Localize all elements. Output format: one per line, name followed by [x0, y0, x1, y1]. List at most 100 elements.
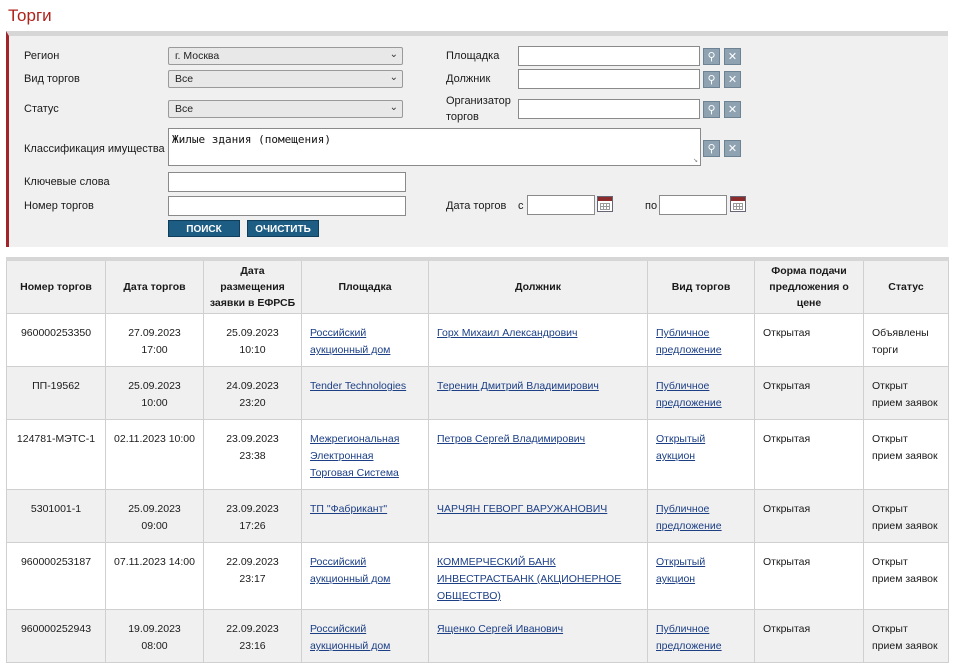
debtor-link[interactable]: КОММЕРЧЕСКИЙ БАНК ИНВЕСТРАСТБАНК (АКЦИОН… [437, 556, 621, 602]
platform-close-icon[interactable]: ✕ [724, 48, 741, 65]
header-posted-date[interactable]: Дата размещения заявки в ЕФРСБ [203, 257, 302, 314]
filter-panel: Регион Вид торгов Статус Классификация и… [6, 31, 948, 247]
cell-form: Открытая [754, 313, 864, 367]
trade-number-input[interactable] [168, 196, 406, 216]
header-number[interactable]: Номер торгов [6, 257, 106, 314]
cell-trade-date: 27.09.2023 17:00 [105, 313, 204, 367]
cell-posted-date: 24.09.2023 23:20 [203, 366, 302, 420]
cell-number: 124781-МЭТС-1 [6, 419, 106, 490]
platform-label: Площадка [446, 50, 500, 62]
debtor-link[interactable]: Петров Сергей Владимирович [437, 433, 585, 445]
date-from-label: с [518, 200, 524, 212]
date-to-input[interactable] [659, 195, 727, 215]
cell-number: 960000253350 [6, 313, 106, 367]
cell-trade-date: 19.09.2023 08:00 [105, 609, 204, 663]
organizer-label-line2: торгов [446, 111, 479, 123]
table-row: 960000253350 27.09.2023 17:00 25.09.2023… [6, 313, 949, 367]
status-value: Все [175, 103, 194, 115]
platform-link[interactable]: Межрегиональная Электронная Торговая Сис… [310, 433, 399, 479]
chevron-down-icon: ⌄ [389, 72, 398, 83]
chevron-down-icon: ⌄ [389, 102, 398, 113]
debtor-link[interactable]: ЧАРЧЯН ГЕВОРГ ВАРУЖАНОВИЧ [437, 503, 607, 515]
table-row: ПП-19562 25.09.2023 10:00 24.09.2023 23:… [6, 366, 949, 420]
cell-form: Открытая [754, 609, 864, 663]
platform-link[interactable]: Российский аукционный дом [310, 556, 390, 585]
debtor-search-icon[interactable]: ⚲ [703, 71, 720, 88]
cell-trade-date: 25.09.2023 10:00 [105, 366, 204, 420]
table-row: 960000252943 19.09.2023 08:00 22.09.2023… [6, 609, 949, 663]
cell-number: 960000253187 [6, 542, 106, 610]
cell-posted-date: 22.09.2023 23:17 [203, 542, 302, 610]
trade-type-select[interactable]: Все ⌄ [168, 70, 403, 88]
platform-link[interactable]: Tender Technologies [310, 380, 406, 392]
organizer-input[interactable] [518, 99, 700, 119]
chevron-down-icon: ⌄ [389, 49, 398, 60]
cell-form: Открытая [754, 366, 864, 420]
trade-date-label: Дата торгов [446, 200, 507, 212]
debtor-link[interactable]: Теренин Дмитрий Владимирович [437, 380, 599, 392]
cell-posted-date: 25.09.2023 10:10 [203, 313, 302, 367]
cell-number: ПП-19562 [6, 366, 106, 420]
region-select[interactable]: г. Москва ⌄ [168, 47, 403, 65]
cell-status: Объявлены торги [863, 313, 949, 367]
classification-label: Классификация имущества [24, 143, 165, 155]
platform-link[interactable]: Российский аукционный дом [310, 623, 390, 652]
cell-status: Открыт прием заявок [863, 542, 949, 610]
platform-link[interactable]: Российский аукционный дом [310, 327, 390, 356]
cell-trade-date: 07.11.2023 14:00 [105, 542, 204, 610]
debtor-close-icon[interactable]: ✕ [724, 71, 741, 88]
results-table: Номер торгов Дата торгов Дата размещения… [6, 257, 949, 663]
classification-value: Жилые здания (помещения) [172, 133, 331, 146]
search-button[interactable]: ПОИСК [168, 220, 240, 237]
cell-posted-date: 23.09.2023 17:26 [203, 489, 302, 543]
cell-status: Открыт прием заявок [863, 366, 949, 420]
classification-search-icon[interactable]: ⚲ [703, 140, 720, 157]
keywords-label: Ключевые слова [24, 176, 110, 188]
platform-input[interactable] [518, 46, 700, 66]
region-value: г. Москва [175, 50, 220, 62]
header-form[interactable]: Форма подачи предложения о цене [754, 257, 864, 314]
keywords-input[interactable] [168, 172, 406, 192]
classification-field[interactable]: Жилые здания (помещения) ↘ [168, 128, 701, 166]
classification-close-icon[interactable]: ✕ [724, 140, 741, 157]
debtor-link[interactable]: Горх Михаил Александрович [437, 327, 578, 339]
trade-type-value: Все [175, 73, 194, 85]
table-row: 5301001-1 25.09.2023 09:00 23.09.2023 17… [6, 489, 949, 543]
date-to-label: по [645, 200, 658, 212]
platform-search-icon[interactable]: ⚲ [703, 48, 720, 65]
trade-number-label: Номер торгов [24, 200, 94, 212]
type-link[interactable]: Открытый аукцион [656, 433, 705, 462]
platform-link[interactable]: ТП "Фабрикант" [310, 503, 387, 515]
header-platform[interactable]: Площадка [301, 257, 429, 314]
cell-trade-date: 25.09.2023 09:00 [105, 489, 204, 543]
status-label: Статус [24, 103, 59, 115]
date-from-input[interactable] [527, 195, 595, 215]
region-label: Регион [24, 50, 60, 62]
cell-form: Открытая [754, 542, 864, 610]
organizer-search-icon[interactable]: ⚲ [703, 101, 720, 118]
debtor-link[interactable]: Ященко Сергей Иванович [437, 623, 563, 635]
clear-button[interactable]: ОЧИСТИТЬ [247, 220, 319, 237]
calendar-from-icon[interactable] [597, 196, 613, 212]
table-header-row: Номер торгов Дата торгов Дата размещения… [6, 257, 949, 314]
cell-status: Открыт прием заявок [863, 419, 949, 490]
type-link[interactable]: Публичное предложение [656, 327, 722, 356]
type-link[interactable]: Публичное предложение [656, 623, 722, 652]
status-select[interactable]: Все ⌄ [168, 100, 403, 118]
debtor-input[interactable] [518, 69, 700, 89]
organizer-close-icon[interactable]: ✕ [724, 101, 741, 118]
type-link[interactable]: Публичное предложение [656, 380, 722, 409]
type-link[interactable]: Открытый аукцион [656, 556, 705, 585]
cell-posted-date: 23.09.2023 23:38 [203, 419, 302, 490]
debtor-label: Должник [446, 73, 491, 85]
cell-status: Открыт прием заявок [863, 489, 949, 543]
calendar-to-icon[interactable] [730, 196, 746, 212]
cell-posted-date: 22.09.2023 23:16 [203, 609, 302, 663]
cell-status: Открыт прием заявок [863, 609, 949, 663]
type-link[interactable]: Публичное предложение [656, 503, 722, 532]
header-type[interactable]: Вид торгов [647, 257, 755, 314]
resize-grip-icon[interactable]: ↘ [693, 155, 698, 164]
header-debtor[interactable]: Должник [428, 257, 648, 314]
header-status[interactable]: Статус [863, 257, 949, 314]
header-trade-date[interactable]: Дата торгов [105, 257, 204, 314]
